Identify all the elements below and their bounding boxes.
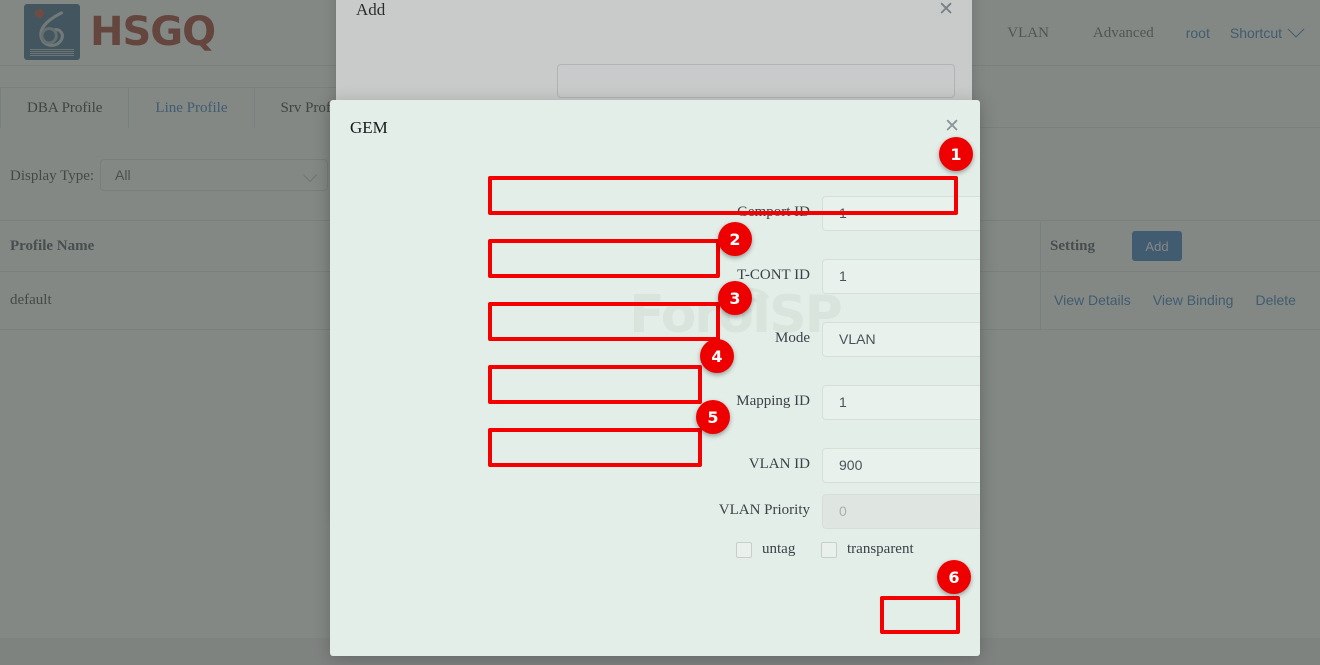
- gem-dialog: GEM ✕ ForoISP Gemport ID 1 T-CONT ID 1 M…: [330, 100, 980, 656]
- vlan-id-value: 900: [839, 457, 862, 473]
- mapping-id-label: Mapping ID: [480, 393, 810, 410]
- mapping-id-value: 1: [839, 394, 847, 410]
- gemport-id-value: 1: [839, 205, 847, 221]
- vlan-priority-select[interactable]: 0: [822, 494, 980, 529]
- vlan-id-input[interactable]: 900: [822, 448, 980, 483]
- gemport-id-input[interactable]: 1: [822, 196, 980, 231]
- tcont-id-select[interactable]: 1: [822, 259, 980, 294]
- mode-value: VLAN: [839, 331, 876, 347]
- vlan-id-label: VLAN ID: [480, 456, 810, 473]
- mode-label: Mode: [480, 330, 810, 347]
- mode-select[interactable]: VLAN: [822, 322, 980, 357]
- transparent-checkbox-group[interactable]: transparent: [821, 541, 914, 558]
- vlan-priority-value: 0: [839, 503, 847, 519]
- untag-checkbox-group[interactable]: untag: [736, 541, 795, 558]
- gem-dialog-footer: Cancel Apply: [330, 597, 980, 656]
- gem-dialog-title: GEM: [350, 118, 388, 138]
- tcont-id-label: T-CONT ID: [480, 267, 810, 284]
- transparent-label: transparent: [847, 541, 914, 558]
- untag-checkbox[interactable]: [736, 542, 752, 558]
- close-icon[interactable]: ✕: [944, 117, 960, 136]
- gemport-id-label: Gemport ID: [480, 204, 810, 221]
- mapping-id-input[interactable]: 1: [822, 385, 980, 420]
- tcont-id-value: 1: [839, 268, 847, 284]
- untag-label: untag: [762, 541, 795, 558]
- transparent-checkbox[interactable]: [821, 542, 837, 558]
- vlan-priority-label: VLAN Priority: [480, 502, 810, 519]
